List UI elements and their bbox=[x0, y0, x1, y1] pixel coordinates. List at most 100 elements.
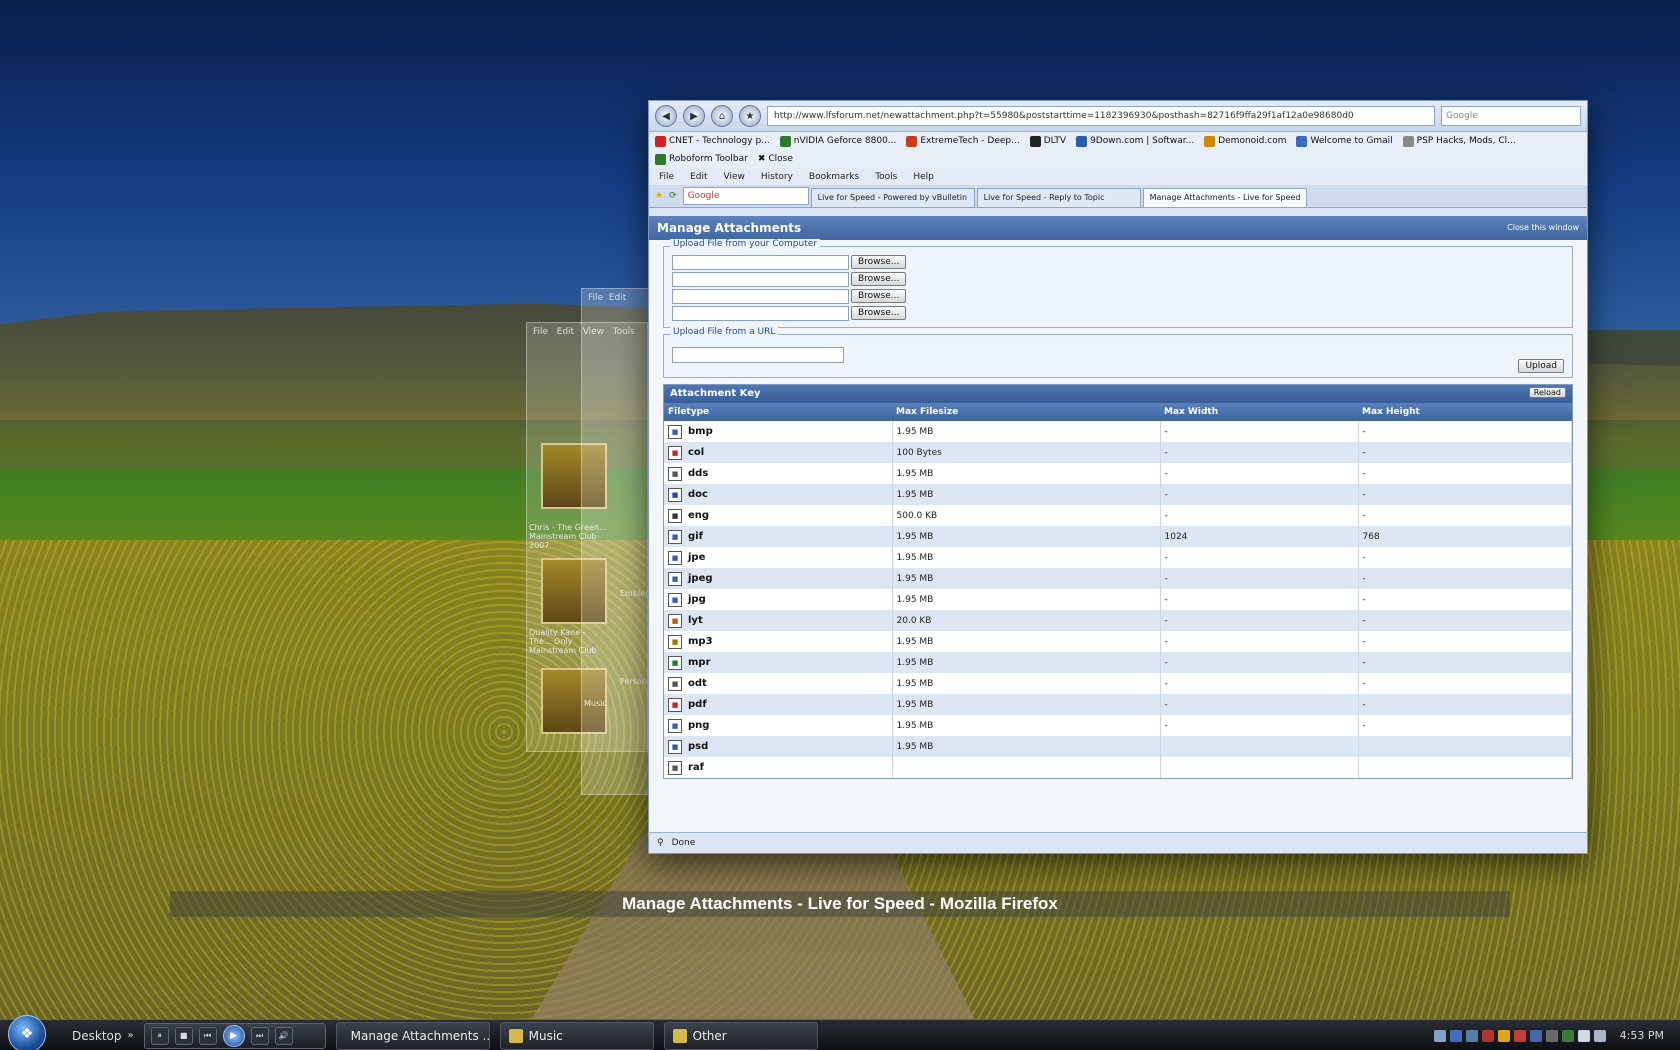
start-orb-icon[interactable]: ❖ bbox=[8, 1014, 46, 1050]
tab-vbulletin[interactable]: Live for Speed - Powered by vBulletin bbox=[810, 188, 975, 207]
max-width-cell: - bbox=[1160, 715, 1359, 736]
url-input[interactable] bbox=[672, 347, 844, 363]
attachment-table: Filetype Max Filesize Max Width Max Heig… bbox=[664, 403, 1572, 778]
attachment-key-header: Attachment Key Reload bbox=[664, 385, 1572, 403]
system-tray: 4:53 PM bbox=[1433, 1029, 1680, 1042]
forward-arrow-icon[interactable]: ▶ bbox=[683, 105, 705, 127]
antivirus-icon[interactable] bbox=[1481, 1029, 1494, 1042]
play-icon[interactable]: ▶ bbox=[222, 1024, 245, 1047]
tab-reply[interactable]: Live for Speed - Reply to Topic bbox=[976, 188, 1141, 207]
tab-bar: ★ ⟳ Google Live for Speed - Powered by v… bbox=[649, 185, 1587, 208]
taskbar-button-music[interactable]: Music bbox=[499, 1021, 654, 1050]
filetype-cell: ■ mpr bbox=[664, 652, 893, 673]
firefox-window[interactable]: ◀ ▶ ⌂ ★ http://www.lfsforum.net/newattac… bbox=[648, 100, 1588, 854]
browse-button[interactable]: Browse... bbox=[851, 289, 907, 303]
reload-button[interactable]: Reload bbox=[1528, 387, 1566, 398]
folder-icon bbox=[672, 1028, 687, 1043]
shield-icon[interactable] bbox=[1513, 1029, 1526, 1042]
9down-icon bbox=[1076, 135, 1088, 147]
app-icon[interactable] bbox=[1529, 1029, 1542, 1042]
bookmark-dltv[interactable]: DLTV bbox=[1029, 135, 1066, 147]
max-height-cell: - bbox=[1358, 652, 1572, 673]
google-search-box[interactable]: Google bbox=[682, 187, 809, 205]
back-arrow-icon[interactable]: ◀ bbox=[655, 105, 677, 127]
next-track-icon[interactable]: ⏭ bbox=[250, 1026, 269, 1045]
menu-bookmarks[interactable]: Bookmarks bbox=[809, 172, 859, 182]
table-row: ■ png 1.95 MB - - bbox=[664, 715, 1572, 736]
eject-icon[interactable]: ⏸ bbox=[150, 1026, 169, 1045]
app-icon[interactable] bbox=[1545, 1029, 1558, 1042]
menu-tools[interactable]: Tools bbox=[875, 172, 897, 182]
desktop-background: File Edit View Tools Chris - The Green..… bbox=[0, 0, 1680, 1050]
menu-edit[interactable]: Edit bbox=[690, 172, 707, 182]
filetype-label: eng bbox=[688, 510, 710, 521]
status-bar: ⚲ Done bbox=[649, 832, 1587, 853]
file-input[interactable] bbox=[672, 271, 849, 287]
status-text: Done bbox=[671, 838, 696, 848]
bookmark-psp[interactable]: PSP Hacks, Mods, Cl... bbox=[1402, 135, 1516, 147]
taskbar-button-firefox[interactable]: Manage Attachments ... bbox=[335, 1021, 490, 1050]
file-input[interactable] bbox=[672, 305, 849, 321]
monitor-icon[interactable] bbox=[1449, 1029, 1462, 1042]
max-height-cell: - bbox=[1358, 715, 1572, 736]
browse-button[interactable]: Browse... bbox=[851, 272, 907, 286]
power-icon[interactable] bbox=[1465, 1029, 1478, 1042]
bookmark-demonoid[interactable]: Demonoid.com bbox=[1204, 135, 1286, 147]
clock[interactable]: 4:53 PM bbox=[1620, 1029, 1664, 1042]
stop-icon[interactable]: ■ bbox=[174, 1026, 193, 1045]
bookmark-9down[interactable]: 9Down.com | Softwar... bbox=[1076, 135, 1194, 147]
doc-file-icon: ■ bbox=[668, 487, 682, 502]
bookmark-nvidia[interactable]: nVIDIA Geforce 8800... bbox=[779, 135, 896, 147]
upload-button[interactable]: Upload bbox=[1518, 359, 1564, 373]
column-filetype: Filetype bbox=[664, 403, 892, 421]
file-input[interactable] bbox=[672, 288, 849, 304]
bookmark-gmail[interactable]: Welcome to Gmail bbox=[1296, 135, 1393, 147]
network-icon[interactable] bbox=[1433, 1029, 1446, 1042]
volume-icon[interactable]: 🔊 bbox=[274, 1026, 293, 1045]
max-filesize-cell: 1.95 MB bbox=[892, 421, 1161, 442]
wifi-icon[interactable] bbox=[1593, 1029, 1606, 1042]
filetype-cell: ■ pdf bbox=[664, 694, 893, 715]
table-row: ■ jpe 1.95 MB - - bbox=[664, 547, 1572, 568]
home-icon[interactable]: ⌂ bbox=[711, 105, 733, 127]
search-input[interactable]: Google bbox=[1441, 106, 1581, 126]
chevron-right-icon[interactable]: » bbox=[128, 1030, 134, 1041]
max-filesize-cell: 1.95 MB bbox=[892, 589, 1161, 610]
address-bar[interactable]: http://www.lfsforum.net/newattachment.ph… bbox=[767, 106, 1435, 126]
close-toolbar-button[interactable]: ✖ Close bbox=[758, 154, 793, 164]
taskbar-button-other[interactable]: Other bbox=[663, 1021, 818, 1050]
bookmark-cnet[interactable]: CNET - Technology p... bbox=[655, 135, 770, 147]
table-row: ■ mp3 1.95 MB - - bbox=[664, 631, 1572, 652]
filetype-cell: ■ raf bbox=[664, 757, 893, 778]
menu-help[interactable]: Help bbox=[913, 172, 934, 182]
bookmark-extremetech[interactable]: ExtremeTech - Deep... bbox=[906, 135, 1020, 147]
filetype-label: jpeg bbox=[688, 573, 713, 584]
browse-button[interactable]: Browse... bbox=[851, 255, 907, 269]
roboform-icon bbox=[655, 153, 666, 165]
max-height-cell: - bbox=[1358, 421, 1572, 442]
bookmarks-toolbar: CNET - Technology p... nVIDIA Geforce 88… bbox=[649, 132, 1587, 150]
max-filesize-cell: 1.95 MB bbox=[892, 736, 1161, 757]
app-icon[interactable] bbox=[1561, 1029, 1574, 1042]
roboform-button[interactable]: Roboform Toolbar bbox=[655, 153, 748, 165]
tab-manage-attachments[interactable]: Manage Attachments - Live for Speed bbox=[1142, 188, 1308, 207]
update-icon[interactable] bbox=[1497, 1029, 1510, 1042]
menu-view[interactable]: View bbox=[724, 172, 745, 182]
max-height-cell: - bbox=[1358, 463, 1572, 484]
max-filesize-cell: 1.95 MB bbox=[892, 568, 1161, 589]
bookmark-star-icon[interactable]: ★ bbox=[739, 105, 761, 127]
desktop-toolbar-label[interactable]: Desktop bbox=[72, 1029, 122, 1043]
volume-tray-icon[interactable] bbox=[1577, 1029, 1590, 1042]
menu-history[interactable]: History bbox=[761, 172, 793, 182]
taskbar: ❖ Desktop » ⏸ ■ ⏮ ▶ ⏭ 🔊 Manage Attachmen… bbox=[0, 1014, 1680, 1050]
star-icon[interactable]: ★ bbox=[655, 191, 663, 201]
menu-file[interactable]: File bbox=[659, 172, 674, 182]
max-height-cell: - bbox=[1358, 568, 1572, 589]
cnet-icon bbox=[655, 135, 666, 147]
previous-track-icon[interactable]: ⏮ bbox=[198, 1026, 217, 1045]
max-filesize-cell: 1.95 MB bbox=[892, 694, 1161, 715]
file-input[interactable] bbox=[672, 254, 849, 270]
refresh-icon[interactable]: ⟳ bbox=[669, 191, 677, 201]
browse-button[interactable]: Browse... bbox=[851, 306, 907, 320]
close-window-link[interactable]: Close this window bbox=[1507, 216, 1579, 240]
